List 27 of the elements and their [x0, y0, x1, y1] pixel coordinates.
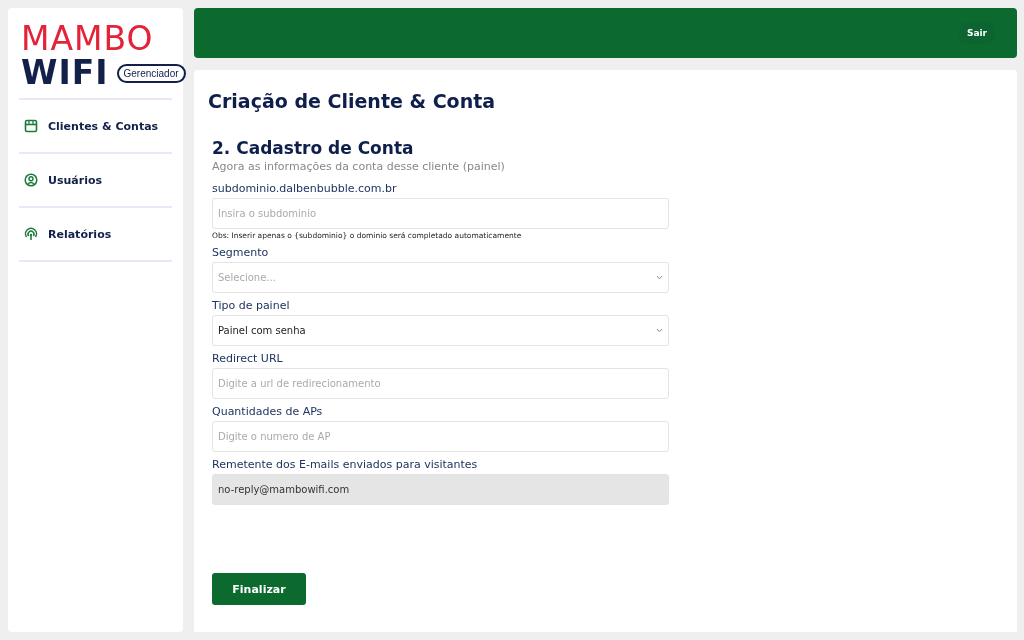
- section-subtitle: Agora as informações da conta desse cliente (painel): [212, 160, 506, 173]
- chevron-icon: [656, 328, 663, 333]
- field-label: Redirect URL: [212, 352, 284, 365]
- field-label: Segmento: [212, 246, 270, 259]
- input-field[interactable]: Insira o subdominio: [212, 198, 669, 229]
- user-icon: [24, 173, 38, 187]
- sidebar-item[interactable]: Clientes & Contas: [19, 100, 172, 152]
- logout-button[interactable]: Sair: [958, 22, 995, 44]
- select-field[interactable]: Painel com senha: [212, 315, 669, 346]
- logo-badge: Gerenciador: [116, 63, 186, 83]
- field-label: Tipo de painel: [212, 299, 291, 312]
- field-label: Quantidades de APs: [212, 405, 324, 418]
- input-field[interactable]: Digite a url de redirecionamento: [212, 368, 669, 399]
- field-label: subdominio.dalbenbubble.com.br: [212, 182, 398, 195]
- finish-button[interactable]: Finalizar: [212, 573, 306, 605]
- logo-text: WIFI: [21, 56, 109, 90]
- chevron-icon: [656, 275, 663, 280]
- signal-icon: [24, 227, 38, 241]
- input-field[interactable]: no-reply@mambowifi.com: [212, 474, 669, 505]
- logo-text: MAMBO: [21, 22, 155, 56]
- sidebar-item[interactable]: Usuários: [19, 154, 172, 206]
- section-title: 2. Cadastro de Conta: [212, 138, 415, 158]
- field-label: Remetente dos E-mails enviados para visitantes: [212, 458, 479, 471]
- store-icon: [24, 119, 38, 133]
- page-title: Criação de Cliente & Conta: [208, 90, 497, 112]
- sidebar-item[interactable]: Relatórios: [19, 208, 172, 260]
- input-field[interactable]: Digite o numero de AP: [212, 421, 669, 452]
